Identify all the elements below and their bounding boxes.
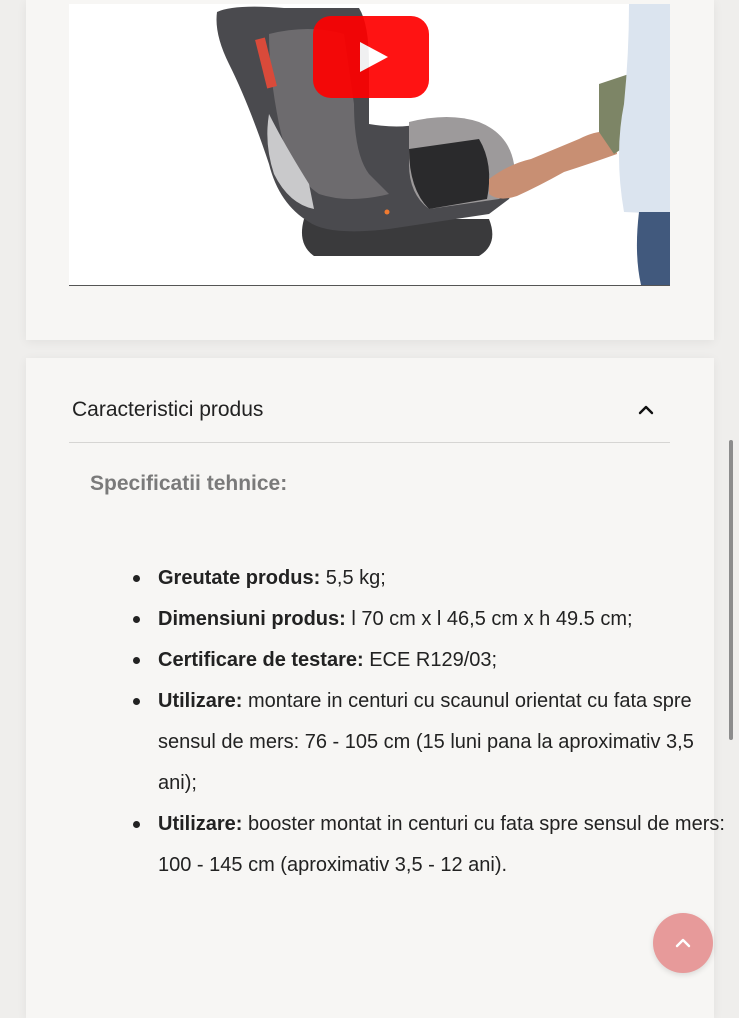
spec-value: 5,5 kg; xyxy=(320,567,386,589)
list-item: Greutate produs: 5,5 kg; xyxy=(133,558,730,599)
back-to-top-button[interactable] xyxy=(653,913,713,973)
spec-value: ECE R129/03; xyxy=(363,649,498,671)
accordion-title: Caracteristici produs xyxy=(72,398,264,421)
list-item: Utilizare: booster montat in centuri cu … xyxy=(133,804,730,886)
spec-label: Greutate produs: xyxy=(158,567,321,589)
spec-label: Certificare de testare: xyxy=(158,649,364,671)
chevron-up-icon xyxy=(675,938,691,948)
spec-label: Utilizare: xyxy=(158,813,243,835)
list-item: Utilizare: montare in centuri cu scaunul… xyxy=(133,681,730,804)
video-card xyxy=(26,0,714,340)
play-button[interactable] xyxy=(313,16,429,98)
accordion-header[interactable]: Caracteristici produs xyxy=(69,378,670,443)
list-item: Certificare de testare: ECE R129/03; xyxy=(133,640,730,681)
scrollbar[interactable] xyxy=(729,440,733,740)
chevron-up-icon[interactable] xyxy=(638,405,654,415)
spec-value: booster montat in centuri cu fata spre s… xyxy=(158,813,725,876)
video-player[interactable] xyxy=(69,4,670,286)
list-item: Dimensiuni produs: l 70 cm x l 46,5 cm x… xyxy=(133,599,730,640)
specs-heading: Specificatii tehnice: xyxy=(90,472,288,495)
youtube-play-icon xyxy=(360,42,388,72)
features-accordion: Caracteristici produs Specificatii tehni… xyxy=(26,358,725,1018)
spec-value: l 70 cm x l 46,5 cm x h 49.5 cm; xyxy=(345,608,633,630)
specs-list: Greutate produs: 5,5 kg; Dimensiuni prod… xyxy=(90,558,730,886)
spec-label: Utilizare: xyxy=(158,690,243,712)
spec-label: Dimensiuni produs: xyxy=(158,608,346,630)
